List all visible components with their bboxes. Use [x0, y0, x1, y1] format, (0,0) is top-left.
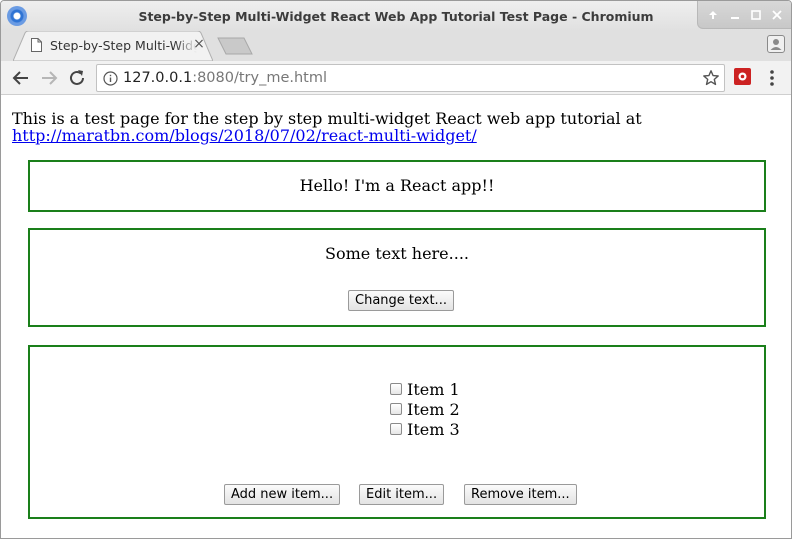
- tab-active[interactable]: Step-by-Step Multi-Widget React Web App …: [13, 31, 213, 61]
- back-icon[interactable]: [10, 67, 32, 89]
- edit-item-button[interactable]: Edit item...: [359, 484, 445, 505]
- text-widget: Some text here.... Change text...: [28, 228, 766, 327]
- forward-icon[interactable]: [38, 67, 60, 89]
- item-checkbox[interactable]: [390, 403, 402, 415]
- list-widget: Item 1 Item 2 Item 3 Add new item... Edi…: [28, 345, 766, 519]
- item-checkbox[interactable]: [390, 383, 402, 395]
- browser-window: Step-by-Step Multi-Widget React Web App …: [0, 0, 792, 539]
- window-shade-icon[interactable]: [706, 8, 720, 22]
- page-content: This is a test page for the step by step…: [1, 96, 791, 538]
- reload-icon[interactable]: [66, 67, 88, 89]
- item-label: Item 1: [407, 380, 460, 399]
- address-bar[interactable]: 127.0.0.1:8080/try_me.html: [96, 64, 725, 92]
- profile-icon[interactable]: [767, 35, 785, 53]
- browser-toolbar: 127.0.0.1:8080/try_me.html: [1, 61, 791, 95]
- menu-kebab-icon[interactable]: [764, 68, 780, 88]
- item-label: Item 3: [407, 420, 460, 439]
- tab-strip: Step-by-Step Multi-Widget React Web App …: [1, 31, 791, 61]
- url-path: :8080/try_me.html: [192, 70, 328, 86]
- item-label: Item 2: [407, 400, 460, 419]
- tutorial-link[interactable]: http://maratbn.com/blogs/2018/07/02/reac…: [12, 126, 477, 145]
- tab-title: Step-by-Step Multi-Widget React Web App …: [50, 38, 197, 53]
- hello-widget: Hello! I'm a React app!!: [28, 160, 766, 212]
- title-bar: Step-by-Step Multi-Widget React Web App …: [1, 1, 791, 31]
- window-title: Step-by-Step Multi-Widget React Web App …: [138, 9, 654, 24]
- minimize-icon[interactable]: [728, 8, 742, 22]
- url-text[interactable]: 127.0.0.1:8080/try_me.html: [123, 70, 327, 86]
- new-tab-button[interactable]: [217, 37, 253, 55]
- intro-paragraph: This is a test page for the step by step…: [12, 110, 772, 144]
- extension-icon[interactable]: [734, 68, 751, 85]
- bookmark-star-icon[interactable]: [702, 69, 720, 87]
- change-text-button[interactable]: Change text...: [348, 290, 454, 311]
- tab-close-icon[interactable]: ×: [191, 36, 207, 52]
- add-item-button[interactable]: Add new item...: [224, 484, 341, 505]
- info-icon[interactable]: [103, 71, 118, 86]
- item-checkbox[interactable]: [390, 423, 402, 435]
- url-host: 127.0.0.1: [123, 70, 193, 86]
- hello-text: Hello! I'm a React app!!: [299, 176, 495, 195]
- window-controls: [697, 1, 791, 29]
- page-icon: [31, 38, 42, 52]
- close-window-icon[interactable]: [770, 8, 784, 22]
- remove-item-button[interactable]: Remove item...: [464, 484, 577, 505]
- maximize-icon[interactable]: [749, 8, 763, 22]
- some-text: Some text here....: [325, 244, 469, 263]
